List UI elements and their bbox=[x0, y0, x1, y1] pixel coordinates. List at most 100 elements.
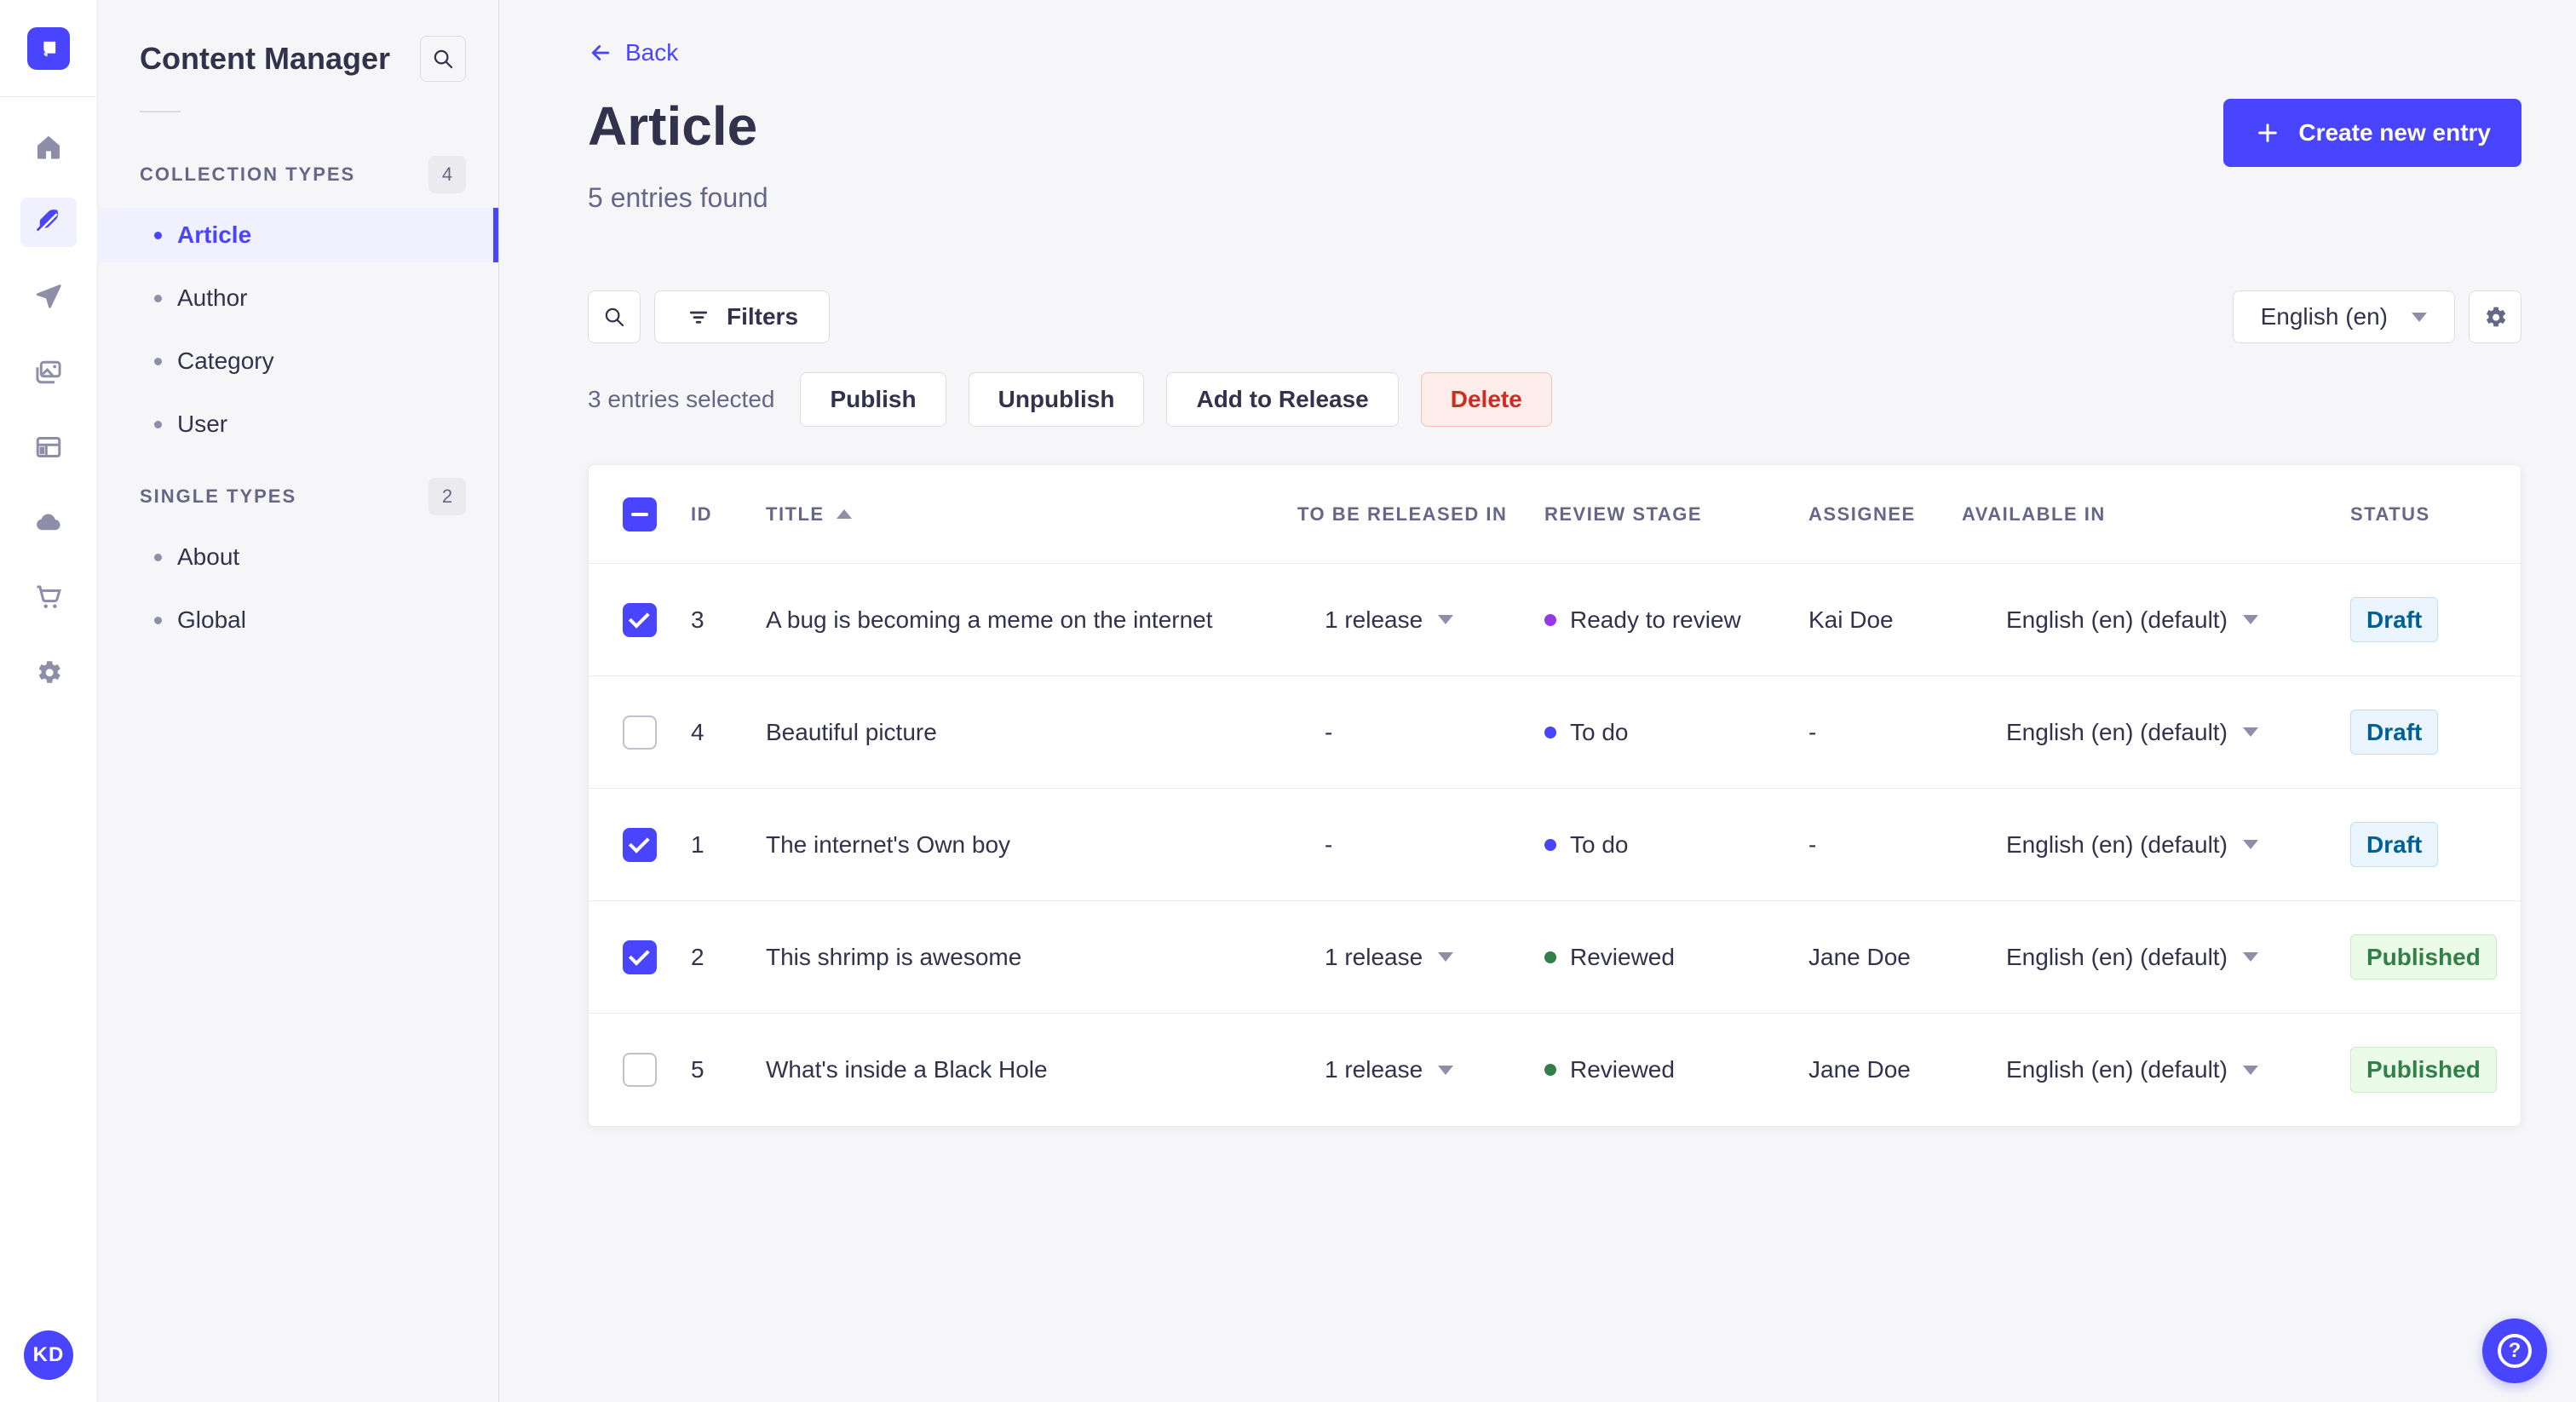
single-types-count: 2 bbox=[428, 478, 466, 515]
cell-assignee: Jane Doe bbox=[1808, 1056, 1911, 1083]
table-search-button[interactable] bbox=[588, 290, 641, 343]
table-body: 3 A bug is becoming a meme on the intern… bbox=[589, 564, 2521, 1126]
cell-title: Beautiful picture bbox=[766, 718, 937, 745]
stage-dot bbox=[1544, 613, 1556, 626]
row-checkbox[interactable] bbox=[623, 715, 657, 750]
column-header-available-in: AVAILABLE IN bbox=[1962, 503, 2106, 525]
table-row[interactable]: 3 A bug is becoming a meme on the intern… bbox=[589, 564, 2521, 676]
cell-status: Draft bbox=[2333, 821, 2521, 868]
filters-button[interactable]: Filters bbox=[654, 290, 831, 343]
help-button[interactable]: ? bbox=[2482, 1319, 2547, 1383]
question-mark-icon: ? bbox=[2498, 1334, 2532, 1368]
content-manager-icon[interactable] bbox=[20, 198, 77, 247]
search-icon bbox=[605, 307, 624, 327]
bullet-icon bbox=[154, 294, 162, 302]
row-checkbox[interactable] bbox=[623, 602, 657, 637]
subnav-search-button[interactable] bbox=[420, 36, 466, 82]
home-icon[interactable] bbox=[20, 123, 77, 172]
plus-icon bbox=[2258, 124, 2278, 142]
main-content: Back Article Create new entry 5 entries … bbox=[499, 0, 2576, 1127]
cell-assignee: Kai Doe bbox=[1808, 606, 1894, 633]
delete-button[interactable]: Delete bbox=[1420, 372, 1552, 427]
row-checkbox[interactable] bbox=[623, 939, 657, 974]
status-badge: Draft bbox=[2350, 821, 2439, 868]
single-types-section: SINGLE TYPES 2 About Global bbox=[99, 477, 498, 647]
releases-icon[interactable] bbox=[20, 273, 77, 322]
cell-available-in[interactable]: English (en) (default) bbox=[1945, 944, 2333, 971]
page-title: Article bbox=[588, 95, 758, 157]
sidebar-item-category[interactable]: Category bbox=[99, 334, 498, 388]
status-badge: Draft bbox=[2350, 709, 2439, 756]
unpublish-button[interactable]: Unpublish bbox=[968, 372, 1145, 427]
chevron-down-icon bbox=[2242, 840, 2258, 849]
cell-to-be-released-in[interactable]: 1 release bbox=[1280, 606, 1527, 634]
chevron-down-icon bbox=[1438, 1065, 1454, 1075]
sidebar-item-author[interactable]: Author bbox=[99, 271, 498, 325]
stage-dot bbox=[1544, 726, 1556, 738]
create-new-entry-button[interactable]: Create new entry bbox=[2223, 99, 2521, 167]
rail-nav bbox=[0, 123, 97, 697]
cell-review-stage: To do bbox=[1527, 831, 1791, 859]
marketplace-icon[interactable] bbox=[20, 572, 77, 622]
sidebar-item-article[interactable]: Article bbox=[99, 208, 498, 262]
row-checkbox[interactable] bbox=[623, 827, 657, 862]
chevron-down-icon bbox=[2412, 312, 2427, 322]
publish-button[interactable]: Publish bbox=[800, 372, 946, 427]
chevron-down-icon bbox=[2242, 952, 2258, 962]
user-avatar[interactable]: KD bbox=[24, 1330, 73, 1380]
sidebar-item-label: Article bbox=[177, 221, 252, 248]
content-type-builder-icon[interactable] bbox=[20, 422, 77, 472]
table-row[interactable]: 2 This shrimp is awesome 1 release Revie… bbox=[589, 901, 2521, 1014]
sidebar-item-label: Category bbox=[177, 348, 274, 374]
cell-to-be-released-in: - bbox=[1325, 718, 1333, 745]
cell-review-stage: Reviewed bbox=[1527, 944, 1791, 971]
filter-icon bbox=[689, 311, 708, 324]
subnav-title: Content Manager bbox=[140, 41, 391, 76]
bullet-icon bbox=[154, 616, 162, 624]
column-header-id: ID bbox=[691, 503, 712, 525]
settings-icon[interactable] bbox=[20, 647, 77, 697]
cell-available-in[interactable]: English (en) (default) bbox=[1945, 1056, 2333, 1083]
sidebar-item-label: Global bbox=[177, 606, 246, 633]
table-row[interactable]: 1 The internet's Own boy - To do - Engli… bbox=[589, 789, 2521, 901]
cell-available-in[interactable]: English (en) (default) bbox=[1945, 606, 2333, 634]
cell-assignee: - bbox=[1808, 830, 1817, 858]
cell-to-be-released-in[interactable]: 1 release bbox=[1280, 1056, 1527, 1083]
locale-select[interactable]: English (en) bbox=[2232, 290, 2455, 343]
cell-id: 1 bbox=[691, 830, 704, 858]
cell-review-stage: Reviewed bbox=[1527, 1056, 1791, 1083]
back-link[interactable]: Back bbox=[588, 39, 678, 66]
cell-assignee: Jane Doe bbox=[1808, 943, 1911, 970]
cell-title: A bug is becoming a meme on the internet bbox=[766, 606, 1213, 633]
cell-available-in[interactable]: English (en) (default) bbox=[1945, 719, 2333, 746]
cell-status: Published bbox=[2333, 934, 2521, 980]
cell-assignee: - bbox=[1808, 718, 1817, 745]
view-settings-button[interactable] bbox=[2469, 290, 2521, 343]
sidebar-item-label: About bbox=[177, 543, 240, 570]
cell-to-be-released-in[interactable]: 1 release bbox=[1280, 944, 1527, 971]
row-checkbox[interactable] bbox=[623, 1053, 657, 1087]
add-to-release-button[interactable]: Add to Release bbox=[1166, 372, 1399, 427]
media-library-icon[interactable] bbox=[20, 348, 77, 397]
cell-available-in[interactable]: English (en) (default) bbox=[1945, 831, 2333, 859]
cell-title: The internet's Own boy bbox=[766, 830, 1011, 858]
content-manager-subnav: Content Manager COLLECTION TYPES 4 Artic… bbox=[99, 0, 499, 1402]
collection-types-label: COLLECTION TYPES bbox=[140, 164, 356, 185]
sidebar-item-global[interactable]: Global bbox=[99, 593, 498, 647]
select-all-checkbox[interactable] bbox=[623, 497, 657, 531]
table-row[interactable]: 5 What's inside a Black Hole 1 release R… bbox=[589, 1014, 2521, 1126]
strapi-logo[interactable] bbox=[27, 26, 70, 70]
cloud-icon[interactable] bbox=[20, 497, 77, 547]
chevron-down-icon bbox=[2242, 1065, 2258, 1075]
cell-review-stage: To do bbox=[1527, 719, 1791, 746]
stage-dot bbox=[1544, 838, 1556, 851]
chevron-down-icon bbox=[1438, 615, 1454, 624]
cell-id: 3 bbox=[691, 606, 704, 633]
cell-id: 5 bbox=[691, 1056, 704, 1083]
sidebar-item-user[interactable]: User bbox=[99, 397, 498, 451]
single-types-label: SINGLE TYPES bbox=[140, 486, 297, 507]
table-row[interactable]: 4 Beautiful picture - To do - English (e… bbox=[589, 676, 2521, 789]
column-header-title[interactable]: TITLE bbox=[749, 503, 1280, 526]
cell-review-stage: Ready to review bbox=[1527, 606, 1791, 634]
sidebar-item-about[interactable]: About bbox=[99, 530, 498, 584]
